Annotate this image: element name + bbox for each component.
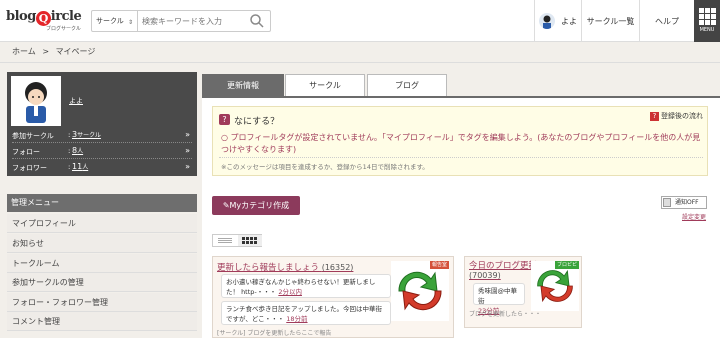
breadcrumb-separator: > [42,47,50,56]
notification-toggle[interactable]: 通知OFF [661,196,707,209]
sidebar-item-notices[interactable]: お知らせ [7,234,197,253]
circle-thumbnail[interactable]: ブロピピ [531,261,579,311]
tab-updates[interactable]: 更新情報 [202,74,284,96]
chevron-double-right-icon: » [185,146,190,155]
stat-separator: : [68,147,71,155]
notice-message[interactable]: ○ プロフィールタグが設定されていません。「マイプロフィール」でタグを編集しよう… [221,132,703,156]
thumbnail-badge: 報告室 [429,261,449,269]
sidebar-menu-title: 管理メニュー [7,194,197,212]
logo-text: blog Qircle [6,9,82,26]
tab-circles[interactable]: サークル [285,74,365,96]
user-avatar [539,13,555,29]
main-content: 更新情報 サークル ブログ ? なにする？ ? 登録後の流れ ○ プロフィールタグ… [202,72,720,338]
sidebar-item-my-profile[interactable]: マイプロフィール [7,214,197,233]
logo-subtitle: ブログサークル [46,26,81,32]
stat-label: フォロワー [12,164,47,172]
notice-box: ? なにする？ ? 登録後の流れ ○ プロフィールタグが設定されていません。「マイ… [212,106,708,176]
list-view-icon[interactable] [213,235,237,246]
nav-help[interactable]: ヘルプ [639,0,694,42]
post-bubble[interactable]: お小遣い稼ぎなんかじゃ終わらせない！更新しました！ http-・・・ 2分以内 [221,274,391,298]
stat-row-follow[interactable]: フォロー : 8人 » [12,145,192,159]
tab-blog[interactable]: ブログ [367,74,447,96]
toggle-knob [663,198,671,207]
grid-menu-icon [694,8,720,25]
grid-view-icon[interactable] [238,235,262,246]
question-icon: ? [219,114,230,125]
nav-circle-list[interactable]: サークル一覧 [581,0,639,42]
breadcrumb: ホーム > マイページ [12,46,95,57]
circle-thumbnail[interactable]: 報告室 [391,261,449,321]
stat-label: フォロー [12,148,40,156]
site-logo[interactable]: blog Qircle ブログサークル [6,9,86,35]
user-menu[interactable]: よよ [534,0,581,42]
chevron-up-down-icon: ⇕ [127,19,133,26]
search-bar: サークル ⇕ [91,10,271,32]
my-category-button[interactable]: ✎Myカテゴリ作成 [212,196,300,215]
notice-title: なにする？ [234,117,280,127]
search-icon[interactable] [249,13,265,29]
circle-card: 今日のブログ更新 (70039) 秀味園@中華街 23分前 ブログを更新したら・・… [464,256,582,328]
breadcrumb-current: マイページ [55,47,96,56]
menu-button[interactable]: MENU [694,0,720,42]
divider [0,62,720,63]
breadcrumb-home[interactable]: ホーム [12,47,36,56]
stat-row-circles[interactable]: 参加サークル : 3サークル » [12,129,192,143]
sidebar-item-follow-manage[interactable]: フォロー・フォロワー管理 [7,293,197,312]
stat-label: 参加サークル [12,132,54,140]
card-title-link[interactable]: 更新したら報告しましょう (16352) [217,261,353,273]
tab-panel: ? なにする？ ? 登録後の流れ ○ プロフィールタグが設定されていません。「マイ… [202,98,720,338]
view-switcher [212,234,262,247]
stat-row-followers[interactable]: フォロワー : 11人 » [12,161,192,175]
sidebar-item-circle-manage[interactable]: 参加サークルの管理 [7,273,197,292]
post-bubble[interactable]: 秀味園@中華街 23分前 [473,283,525,315]
wrench-icon: ✎ [222,201,230,210]
stat-value: 8人 [72,146,84,155]
thumbnail-badge: ブロピピ [554,261,579,269]
chevron-double-right-icon: » [185,130,190,139]
circle-card: 更新したら報告しましょう (16352) お小遣い稼ぎなんかじゃ終わらせない！更… [212,256,454,338]
chevron-double-right-icon: » [185,162,190,171]
profile-box: よよ 参加サークル : 3サークル » フォロー : 8人 » フォロワー : … [7,72,197,176]
profile-name-link[interactable]: よよ [69,96,83,106]
notice-note: ※このメッセージは項目を達成するか、登録から14日で削除されます。 [221,163,429,171]
help-icon: ? [650,112,659,121]
search-input[interactable] [142,11,242,31]
site-header: blogQircle ブログサークル サークル ⇕ よよ サークル一覧 ヘルプ … [0,0,720,42]
stat-value: 3サークル [72,130,101,139]
search-category-select[interactable]: サークル ⇕ [92,11,138,31]
settings-change-link[interactable]: 設定変更 [682,212,706,221]
divider [219,157,703,158]
post-bubble[interactable]: ランチ食べ歩き日記をアップしました。今回は中華街ですが、どこ・・・ 18分前 [221,301,391,325]
sidebar-item-comment-manage[interactable]: コメント管理 [7,312,197,331]
profile-avatar[interactable] [11,76,61,126]
stat-value: 11人 [72,162,89,171]
menu-label: MENU [699,27,715,33]
card-title-link[interactable]: 今日のブログ更新 (70039) [469,261,537,281]
flow-link[interactable]: ? 登録後の流れ [650,111,703,121]
stat-separator: : [68,131,71,139]
sidebar-item-talkroom[interactable]: トークルーム [7,254,197,273]
user-name: よよ [561,16,577,26]
card-footer: [サークル] ブログを更新したらここで報告 [217,330,332,337]
stat-separator: : [68,163,71,171]
